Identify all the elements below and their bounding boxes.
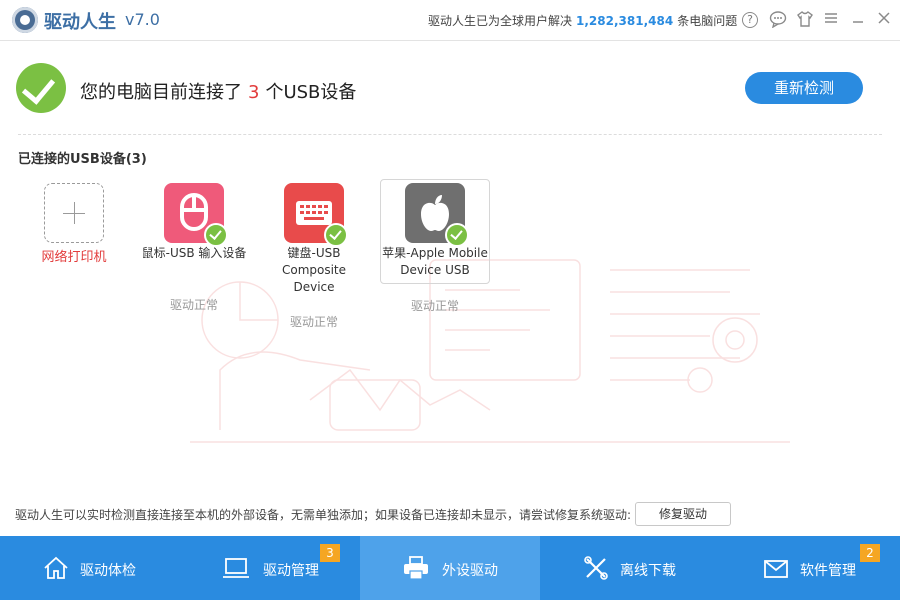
device-name: 网络打印机 — [41, 250, 107, 265]
bottom-nav: 驱动体检 驱动管理 3 外设驱动 离线下载 软件管理 2 — [0, 536, 900, 600]
nav-label: 软件管理 — [800, 563, 856, 579]
status-message: 您的电脑目前连接了 3 个USB设备 — [80, 78, 356, 104]
keyboard-icon — [284, 183, 348, 247]
monitor-icon — [223, 558, 249, 578]
ok-check-icon — [445, 223, 469, 247]
nav-driver-check[interactable]: 驱动体检 — [0, 536, 180, 600]
status-prefix: 您的电脑目前连接了 — [80, 82, 242, 103]
ok-check-icon — [204, 223, 228, 247]
driver-status: 驱动正常 — [410, 299, 459, 313]
notice-suffix: 条电脑问题 — [677, 14, 738, 28]
divider — [18, 134, 882, 135]
help-icon[interactable]: ? — [742, 12, 758, 28]
nav-badge: 2 — [860, 544, 880, 562]
nav-offline-download[interactable]: 离线下载 — [540, 536, 720, 600]
ok-check-icon — [324, 223, 348, 247]
success-check-icon — [16, 63, 66, 113]
solved-notice: 驱动人生已为全球用户解决 1,282,381,484 条电脑问题 — [428, 12, 737, 29]
device-keyboard[interactable]: 键盘-USB Composite Device 驱动正常 — [260, 180, 368, 330]
menu-icon[interactable] — [821, 10, 841, 30]
skin-shirt-icon[interactable] — [795, 10, 815, 30]
nav-badge: 3 — [320, 544, 340, 562]
printer-icon — [404, 556, 428, 580]
device-mouse[interactable]: 鼠标-USB 输入设备 驱动正常 — [140, 180, 248, 313]
close-icon[interactable] — [874, 10, 894, 30]
nav-driver-manage[interactable]: 驱动管理 3 — [180, 536, 360, 600]
mouse-icon — [164, 183, 228, 247]
title-bar: 驱动人生 v7.0 驱动人生已为全球用户解决 1,282,381,484 条电脑问题… — [0, 0, 900, 41]
rescan-button[interactable]: 重新检测 — [745, 72, 863, 104]
nav-peripheral-driver[interactable]: 外设驱动 — [360, 536, 540, 600]
nav-label: 离线下载 — [620, 563, 676, 579]
notice-prefix: 驱动人生已为全球用户解决 — [428, 14, 573, 28]
mail-icon — [764, 560, 788, 578]
device-count: 3 — [248, 82, 260, 103]
device-name: 鼠标-USB 输入设备 — [141, 246, 247, 260]
driver-status: 驱动正常 — [169, 298, 218, 312]
device-network-printer[interactable]: 网络打印机 — [20, 180, 128, 266]
tools-icon — [584, 556, 608, 580]
nav-label: 外设驱动 — [442, 563, 498, 579]
app-version: v7.0 — [125, 10, 160, 29]
device-name: 键盘-USB Composite Device — [281, 246, 347, 294]
repair-hint: 驱动人生可以实时检测直接连接至本机的外部设备，无需单独添加；如果设备已连接却未显… — [15, 508, 632, 522]
minimize-icon[interactable] — [848, 10, 868, 30]
status-suffix: 个USB设备 — [265, 82, 357, 103]
nav-software-manage[interactable]: 软件管理 2 — [720, 536, 900, 600]
home-icon — [44, 556, 68, 579]
feedback-icon[interactable] — [768, 10, 788, 30]
driver-status: 驱动正常 — [289, 315, 338, 329]
add-device-icon[interactable] — [44, 183, 104, 243]
device-apple[interactable]: 苹果-Apple Mobile Device USB 驱动正常 — [380, 179, 490, 313]
nav-label: 驱动管理 — [263, 563, 319, 579]
nav-label: 驱动体检 — [80, 563, 136, 579]
device-name: 苹果-Apple Mobile Device USB — [382, 246, 488, 277]
notice-count: 1,282,381,484 — [576, 14, 674, 28]
apple-icon — [405, 183, 469, 247]
status-row: 您的电脑目前连接了 3 个USB设备 重新检测 — [0, 40, 900, 135]
app-name: 驱动人生 — [44, 12, 116, 33]
section-title: 已连接的USB设备(3) — [18, 152, 147, 167]
repair-driver-button[interactable]: 修复驱动 — [635, 502, 731, 526]
app-logo-icon — [12, 7, 38, 33]
